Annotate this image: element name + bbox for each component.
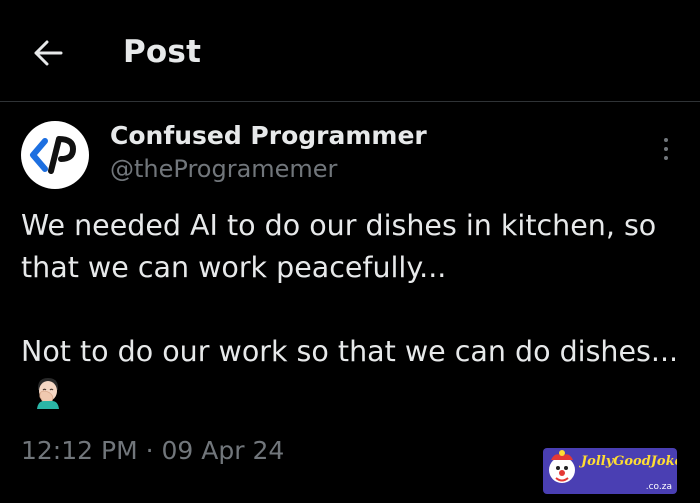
timestamp-time[interactable]: 12:12 PM	[21, 436, 138, 465]
post-text: We needed AI to do our dishes in kitchen…	[21, 209, 679, 368]
timestamp-date[interactable]: 09 Apr 24	[162, 436, 285, 465]
top-bar: Post	[0, 0, 700, 102]
more-dot-icon	[664, 138, 668, 142]
more-dot-icon	[664, 147, 668, 151]
clown-mascot-icon	[549, 450, 575, 483]
back-button[interactable]	[22, 30, 74, 76]
person-facepalming-emoji	[37, 378, 59, 409]
code-brackets-logo	[30, 136, 76, 174]
more-dot-icon	[664, 156, 668, 160]
post-timestamp: 12:12 PM · 09 Apr 24	[21, 436, 284, 465]
post-body: We needed AI to do our dishes in kitchen…	[21, 205, 686, 415]
author-handle[interactable]: @theProgramemer	[110, 155, 337, 183]
site-watermark: JollyGoodJokes .co.za	[543, 448, 677, 494]
page-title: Post	[123, 34, 202, 70]
watermark-domain: .co.za	[645, 482, 672, 492]
post-page: Post Confused Programmer @theProgramemer…	[0, 0, 700, 503]
timestamp-separator: ·	[145, 436, 154, 465]
author-name[interactable]: Confused Programmer	[110, 121, 427, 150]
more-options-button[interactable]	[652, 134, 680, 164]
avatar[interactable]	[21, 121, 89, 189]
arrow-left-icon	[34, 40, 63, 66]
watermark-brand: JollyGoodJokes	[581, 454, 677, 469]
